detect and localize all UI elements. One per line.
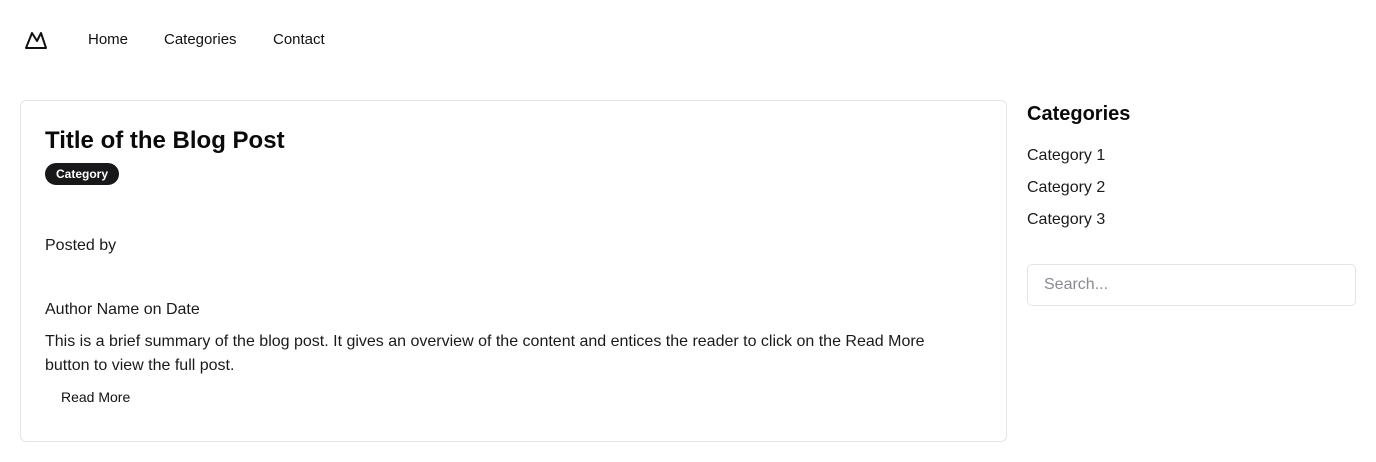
nav-contact-link[interactable]: Contact bbox=[273, 31, 325, 49]
sidebar-item-category-2[interactable]: Category 2 bbox=[1027, 178, 1105, 198]
nav-categories-link[interactable]: Categories bbox=[164, 31, 237, 49]
sidebar-item-category-1[interactable]: Category 1 bbox=[1027, 146, 1105, 166]
post-title: Title of the Blog Post bbox=[45, 127, 285, 154]
sidebar-categories-title: Categories bbox=[1027, 103, 1131, 125]
search-input[interactable] bbox=[1027, 264, 1356, 306]
nav-home-link[interactable]: Home bbox=[88, 31, 128, 49]
sidebar-item-category-3[interactable]: Category 3 bbox=[1027, 210, 1105, 230]
mountain-logo-icon[interactable] bbox=[24, 28, 48, 52]
category-badge: Category bbox=[45, 163, 120, 185]
read-more-button[interactable]: Read More bbox=[45, 383, 146, 411]
posted-by-text: Posted by bbox=[45, 237, 117, 254]
top-navigation: Home Categories Contact bbox=[0, 0, 1376, 80]
author-date-text: Author Name on Date bbox=[45, 301, 200, 318]
post-summary: This is a brief summary of the blog post… bbox=[45, 333, 925, 374]
blog-post-card: Title of the Blog Post Category Posted b… bbox=[20, 100, 1007, 442]
